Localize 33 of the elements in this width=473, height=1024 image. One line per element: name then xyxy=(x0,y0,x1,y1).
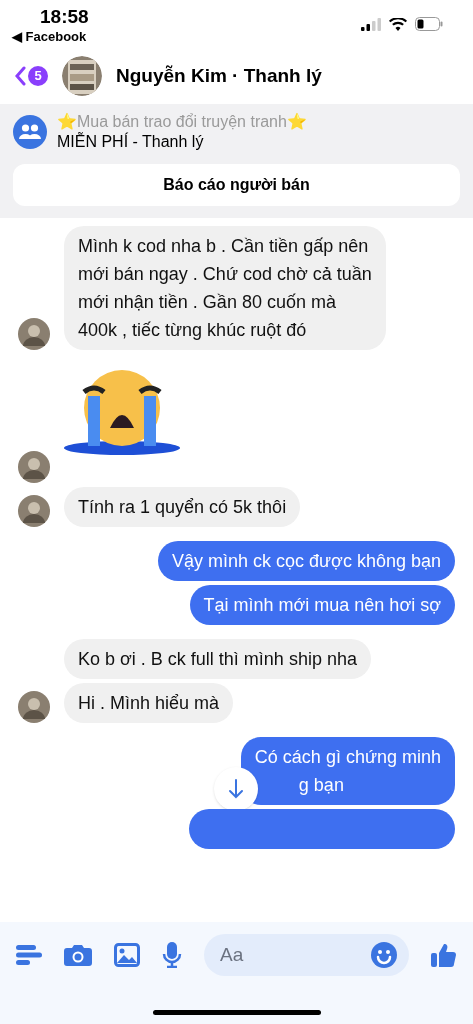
menu-icon[interactable] xyxy=(16,944,42,966)
message-text: Vậy mình ck cọc được không bạn xyxy=(172,550,441,573)
thumbs-up-icon[interactable] xyxy=(431,942,457,968)
scroll-down-button[interactable] xyxy=(214,767,258,811)
signal-icon xyxy=(361,17,381,31)
back-to-app-link[interactable]: ◀ Facebook xyxy=(12,28,89,46)
unread-count-badge: 5 xyxy=(28,66,48,86)
message-text: Ko b ơi . B ck full thì mình ship nha xyxy=(78,648,357,671)
avatar[interactable] xyxy=(18,451,50,483)
chat-title[interactable]: Nguyễn Kim · Thanh lý xyxy=(116,61,322,91)
message-text: Tại mình mới mua nên hơi sợ xyxy=(203,594,441,617)
message-text: g bạn xyxy=(297,774,345,797)
group-subtitle: MIỄN PHÍ - Thanh lý xyxy=(57,132,205,152)
back-button[interactable]: 5 xyxy=(14,66,48,86)
message-text: Có cách gì chứng minh xyxy=(254,746,441,769)
avatar[interactable] xyxy=(18,318,50,350)
report-seller-button[interactable]: Báo cáo người bán xyxy=(13,164,460,206)
image-icon[interactable] xyxy=(114,943,140,967)
emoji-icon[interactable] xyxy=(371,942,397,968)
message-text: Mình k cod nha b . Cần tiền gấp nên mới bán ngay . Chứ cod chờ cả tuần mới nhận tiền . Gần 80 cuốn mà 400k , tiếc từng khúc ruột đó xyxy=(78,235,372,342)
message-text: Hi . Mình hiểu mà xyxy=(78,692,220,715)
arrow-down-icon xyxy=(228,779,244,799)
microphone-icon[interactable] xyxy=(162,942,182,968)
avatar[interactable] xyxy=(18,495,50,527)
group-icon xyxy=(13,115,47,149)
message-input-field[interactable]: Aa xyxy=(204,934,409,976)
battery-icon xyxy=(415,17,443,31)
avatar[interactable] xyxy=(18,691,50,723)
wifi-icon xyxy=(389,17,407,31)
status-time: 18:58 xyxy=(40,6,89,28)
camera-icon[interactable] xyxy=(64,943,92,967)
message-text: Tính ra 1 quyển có 5k thôi xyxy=(78,496,287,519)
back-icon xyxy=(14,66,26,86)
